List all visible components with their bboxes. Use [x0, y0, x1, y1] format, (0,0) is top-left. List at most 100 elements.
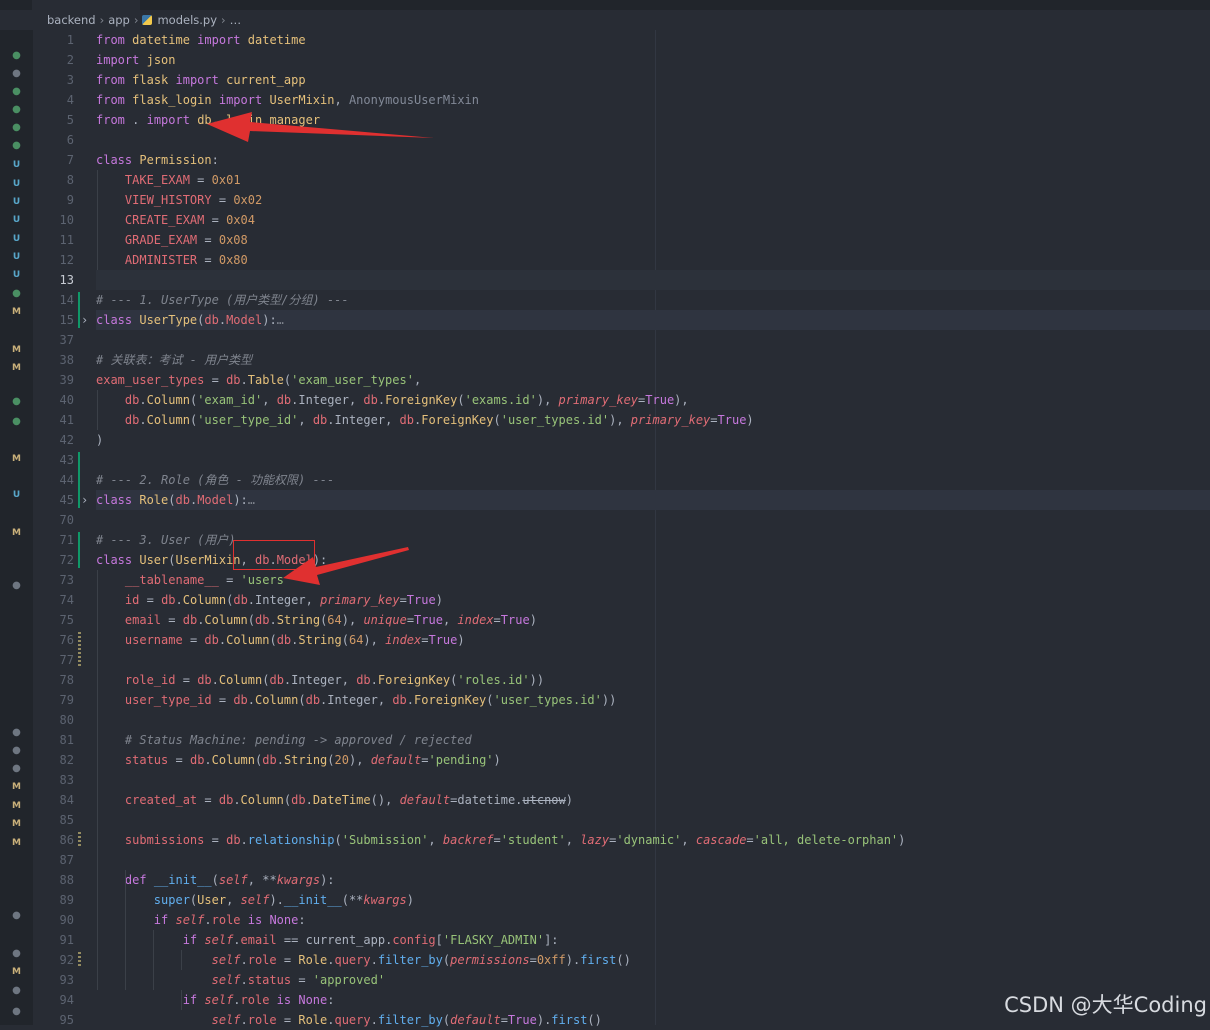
line-number[interactable]: 91	[33, 930, 74, 950]
fold-chevron-icon[interactable]: ›	[81, 310, 88, 330]
line-number[interactable]: 70	[33, 510, 74, 530]
line-number[interactable]: 44	[33, 470, 74, 490]
line-number[interactable]: 84	[33, 790, 74, 810]
line-number[interactable]: 94	[33, 990, 74, 1010]
line-number[interactable]: 42	[33, 430, 74, 450]
code-line[interactable]: submissions = db.relationship('Submissio…	[96, 830, 905, 850]
code-line[interactable]: # --- 2. Role (角色 - 功能权限) ---	[96, 470, 334, 490]
code-line[interactable]: self.role = Role.query.filter_by(default…	[96, 1010, 602, 1030]
code-line[interactable]: from flask_login import UserMixin, Anony…	[96, 90, 479, 110]
code-line[interactable]: from datetime import datetime	[96, 30, 306, 50]
line-number[interactable]: 41	[33, 410, 74, 430]
line-number[interactable]: 11	[33, 230, 74, 250]
chevron-right-icon: ›	[133, 13, 139, 27]
code-line[interactable]: self.role = Role.query.filter_by(permiss…	[96, 950, 631, 970]
line-number[interactable]: 5	[33, 110, 74, 130]
line-number[interactable]: 7	[33, 150, 74, 170]
line-number[interactable]: 6	[33, 130, 74, 150]
line-number[interactable]: 2	[33, 50, 74, 70]
line-number[interactable]: 80	[33, 710, 74, 730]
line-number[interactable]: 85	[33, 810, 74, 830]
code-line[interactable]: VIEW_HISTORY = 0x02	[96, 190, 262, 210]
line-number[interactable]: 77	[33, 650, 74, 670]
line-number[interactable]: 74	[33, 590, 74, 610]
fold-chevron-icon[interactable]: ›	[81, 490, 88, 510]
code-line[interactable]: username = db.Column(db.String(64), inde…	[96, 630, 465, 650]
code-line[interactable]: class UserType(db.Model):…	[96, 310, 284, 330]
scm-dot-marker: ●	[12, 985, 21, 996]
line-number[interactable]: 90	[33, 910, 74, 930]
code-line[interactable]: class Role(db.Model):…	[96, 490, 255, 510]
line-number[interactable]: 14	[33, 290, 74, 310]
line-number[interactable]: 75	[33, 610, 74, 630]
line-number[interactable]: 8	[33, 170, 74, 190]
line-number[interactable]: 92	[33, 950, 74, 970]
code-line[interactable]: user_type_id = db.Column(db.Integer, db.…	[96, 690, 616, 710]
code-line[interactable]: if self.role is None:	[96, 910, 306, 930]
scm-modified-marker: M	[12, 454, 21, 464]
code-line[interactable]: TAKE_EXAM = 0x01	[96, 170, 241, 190]
line-number[interactable]: 72	[33, 550, 74, 570]
code-line[interactable]: self.status = 'approved'	[96, 970, 385, 990]
line-number[interactable]: 43	[33, 450, 74, 470]
line-number[interactable]: 10	[33, 210, 74, 230]
code-line[interactable]: email = db.Column(db.String(64), unique=…	[96, 610, 537, 630]
line-number[interactable]: 38	[33, 350, 74, 370]
code-line[interactable]: created_at = db.Column(db.DateTime(), de…	[96, 790, 573, 810]
line-number[interactable]: 86	[33, 830, 74, 850]
indent-guide	[97, 570, 98, 990]
code-line[interactable]: id = db.Column(db.Integer, primary_key=T…	[96, 590, 443, 610]
line-number[interactable]: 37	[33, 330, 74, 350]
breadcrumb-file[interactable]: models.py	[157, 13, 217, 27]
code-line[interactable]: # 关联表：考试 - 用户类型	[96, 350, 252, 370]
code-line[interactable]: super(User, self).__init__(**kwargs)	[96, 890, 414, 910]
line-number[interactable]: 9	[33, 190, 74, 210]
code-line[interactable]: import json	[96, 50, 176, 70]
code-line[interactable]: exam_user_types = db.Table('exam_user_ty…	[96, 370, 421, 390]
line-number[interactable]: 15	[33, 310, 74, 330]
code-line[interactable]: status = db.Column(db.String(20), defaul…	[96, 750, 501, 770]
breadcrumb-backend[interactable]: backend	[47, 13, 96, 27]
code-line[interactable]: db.Column('exam_id', db.Integer, db.Fore…	[96, 390, 689, 410]
code-line[interactable]: # Status Machine: pending -> approved / …	[96, 730, 472, 750]
code-line[interactable]: __tablename__ = 'users'	[96, 570, 291, 590]
line-number[interactable]: 13	[33, 270, 74, 290]
line-number[interactable]: 87	[33, 850, 74, 870]
line-number[interactable]: 93	[33, 970, 74, 990]
scm-untracked-marker: U	[12, 197, 21, 207]
line-number[interactable]: 3	[33, 70, 74, 90]
code-line[interactable]: if self.role is None:	[96, 990, 335, 1010]
line-number[interactable]: 82	[33, 750, 74, 770]
line-number[interactable]: 83	[33, 770, 74, 790]
code-line[interactable]: )	[96, 430, 103, 450]
code-line[interactable]: class Permission:	[96, 150, 219, 170]
line-number[interactable]: 12	[33, 250, 74, 270]
line-number[interactable]: 79	[33, 690, 74, 710]
code-line[interactable]: from flask import current_app	[96, 70, 306, 90]
code-line[interactable]: if self.email == current_app.config['FLA…	[96, 930, 559, 950]
code-line[interactable]: role_id = db.Column(db.Integer, db.Forei…	[96, 670, 544, 690]
breadcrumb-symbol[interactable]: …	[230, 13, 242, 27]
line-number[interactable]: 45	[33, 490, 74, 510]
line-number[interactable]: 71	[33, 530, 74, 550]
breadcrumb-app[interactable]: app	[108, 13, 130, 27]
line-number[interactable]: 95	[33, 1010, 74, 1030]
line-number[interactable]: 78	[33, 670, 74, 690]
code-line[interactable]: def __init__(self, **kwargs):	[96, 870, 335, 890]
code-line[interactable]: GRADE_EXAM = 0x08	[96, 230, 248, 250]
line-number[interactable]: 39	[33, 370, 74, 390]
line-number[interactable]: 81	[33, 730, 74, 750]
code-line[interactable]: # --- 1. UserType (用户类型/分组) ---	[96, 290, 349, 310]
code-line[interactable]: CREATE_EXAM = 0x04	[96, 210, 255, 230]
line-number[interactable]: 89	[33, 890, 74, 910]
line-number[interactable]: 76	[33, 630, 74, 650]
line-number[interactable]: 4	[33, 90, 74, 110]
code-editor[interactable]: from datetime import datetime import json…	[96, 30, 1210, 1027]
line-number[interactable]: 88	[33, 870, 74, 890]
line-number[interactable]: 1	[33, 30, 74, 50]
code-line[interactable]: ADMINISTER = 0x80	[96, 250, 248, 270]
line-number[interactable]: 73	[33, 570, 74, 590]
code-line[interactable]: from . import db, login_manager	[96, 110, 320, 130]
code-line[interactable]: db.Column('user_type_id', db.Integer, db…	[96, 410, 754, 430]
line-number[interactable]: 40	[33, 390, 74, 410]
